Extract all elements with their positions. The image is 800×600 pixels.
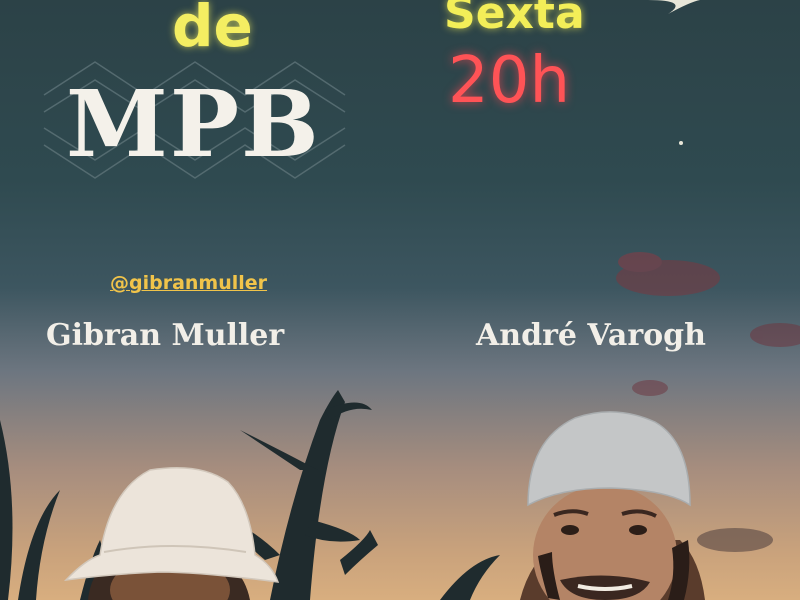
event-poster: de MPB Sexta 20h @gibranmuller Gibran Mu… xyxy=(0,0,800,600)
event-day: Sexta xyxy=(444,0,585,39)
star-icon xyxy=(679,141,683,145)
artist-handle-link[interactable]: @gibranmuller xyxy=(110,272,267,294)
event-time: 20h xyxy=(448,44,570,118)
title-de: de xyxy=(172,0,253,60)
artist-name-left: Gibran Muller xyxy=(46,318,285,353)
artist-name-right: André Varogh xyxy=(476,318,706,353)
title-genre-mpb: MPB xyxy=(66,70,321,178)
person-right-photo xyxy=(520,411,705,600)
person-left-photo xyxy=(63,466,280,600)
moon-icon xyxy=(648,0,700,14)
